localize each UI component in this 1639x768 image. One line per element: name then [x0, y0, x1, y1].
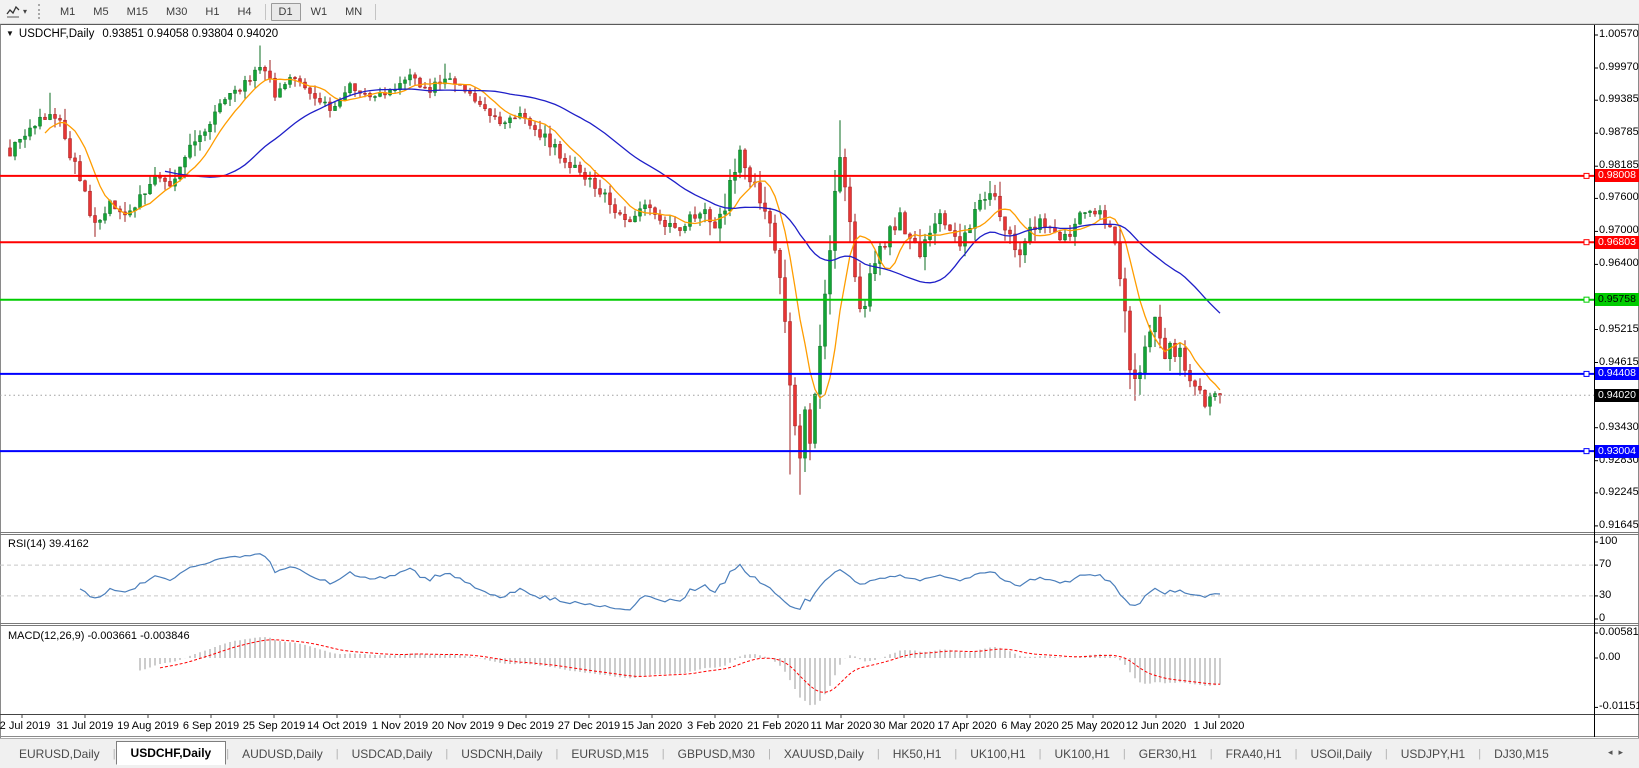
chart-tab-dj30-m15[interactable]: DJ30,M15 — [1481, 743, 1562, 765]
chart-tab-usdchf-daily[interactable]: USDCHF,Daily — [115, 740, 227, 765]
price-axis-label: 0.92245 — [1599, 485, 1639, 498]
tab-scroll-right-arrow[interactable]: ▸ — [1618, 747, 1629, 757]
chart-symbol-label: USDCHF,Daily — [18, 28, 95, 40]
price-axis-label: 0.97600 — [1599, 191, 1639, 204]
price-axis-label: 0.99385 — [1599, 93, 1639, 106]
chart-window — [0, 24, 1639, 738]
tab-scroll-left-arrow[interactable]: ◂ — [1608, 747, 1619, 757]
dropdown-arrow-icon: ▾ — [23, 7, 28, 16]
toolbar-separator — [264, 3, 266, 20]
chart-tab-usoil-daily[interactable]: USOil,Daily — [1298, 743, 1385, 765]
timeframe-button-m30[interactable]: M30 — [158, 3, 195, 21]
price-axis-label: 0.98785 — [1599, 126, 1639, 139]
chart-tab-usdcnh-daily[interactable]: USDCNH,Daily — [448, 743, 555, 765]
macd-axis-label: -0.011514 — [1599, 700, 1639, 713]
chart-tab-usdjpy-h1[interactable]: USDJPY,H1 — [1388, 743, 1478, 765]
price-level-badge[interactable]: 0.96803 — [1595, 235, 1639, 249]
tab-scroll-arrows: ◂▸ — [1608, 747, 1629, 758]
rsi-axis-label: 0 — [1599, 612, 1606, 624]
current-price-badge: 0.94020 — [1595, 388, 1639, 402]
chart-tab-bar: EURUSD,Daily | USDCHF,Daily | AUDUSD,Daily | U… — [0, 738, 1639, 768]
price-axis-label: 1.00570 — [1599, 28, 1639, 40]
price-axis-label: 0.91645 — [1599, 518, 1639, 531]
chart-tool-button[interactable]: ▾ — [3, 4, 30, 20]
chart-tab-ger30-h1[interactable]: GER30,H1 — [1126, 743, 1210, 765]
price-axis-label: 0.96400 — [1599, 257, 1639, 270]
timeframe-buttons: M1 M5 M15 M30 H1 H4 D1 W1 MN — [51, 2, 380, 21]
chart-tab-eurusd-m15[interactable]: EURUSD,M15 — [558, 743, 661, 765]
timeframe-button-m5[interactable]: M5 — [85, 3, 116, 21]
rsi-axis-label: 30 — [1599, 588, 1612, 601]
chart-tab-hk50-h1[interactable]: HK50,H1 — [880, 743, 955, 765]
price-axis-label: 0.99970 — [1599, 61, 1639, 73]
collapse-arrow-icon[interactable]: ▼ — [6, 29, 14, 38]
chart-tab-eurusd-daily[interactable]: EURUSD,Daily — [6, 743, 113, 765]
macd-indicator-label: MACD(12,26,9) -0.003661 -0.003846 — [8, 630, 190, 642]
timeframe-button-h4[interactable]: H4 — [229, 3, 259, 21]
rsi-indicator-label: RSI(14) 39.4162 — [8, 538, 89, 550]
chart-ohlc-values: 0.93851 0.94058 0.93804 0.94020 — [102, 28, 279, 40]
chart-tab-uk100-h1[interactable]: UK100,H1 — [1042, 743, 1123, 765]
chart-tab-audusd-daily[interactable]: AUDUSD,Daily — [229, 743, 336, 765]
timeframe-button-m15[interactable]: M15 — [119, 3, 156, 21]
timeframe-button-h1[interactable]: H1 — [197, 3, 227, 21]
rsi-axis-label: 70 — [1599, 558, 1612, 571]
date-axis-label: 1 Jul 2020 — [1193, 720, 1245, 732]
top-toolbar: ▾ M1 M5 M15 M30 H1 H4 D1 W1 MN — [0, 0, 1639, 24]
price-level-badge[interactable]: 0.98008 — [1595, 169, 1639, 183]
macd-axis-label: 0.005818 — [1599, 626, 1639, 639]
price-level-badge[interactable]: 0.93004 — [1595, 444, 1639, 458]
rsi-axis-label: 100 — [1599, 535, 1618, 547]
chart-tab-gbpusd-m30[interactable]: GBPUSD,M30 — [665, 743, 768, 765]
timeframe-button-d1[interactable]: D1 — [270, 2, 301, 21]
price-axis-label: 0.95215 — [1599, 322, 1639, 335]
toolbar-grip[interactable] — [38, 4, 45, 19]
chart-tab-usdcad-daily[interactable]: USDCAD,Daily — [339, 743, 446, 765]
chart-tab-uk100-h1[interactable]: UK100,H1 — [957, 743, 1038, 765]
timeframe-button-mn[interactable]: MN — [337, 3, 370, 21]
price-axis-label: 0.93430 — [1599, 420, 1639, 433]
price-axis-label: 0.94615 — [1599, 355, 1639, 368]
chart-title: ▼ USDCHF,Daily 0.93851 0.94058 0.93804 0.9… — [6, 28, 278, 40]
timeframe-button-m1[interactable]: M1 — [52, 3, 83, 21]
chart-tab-xauusd-daily[interactable]: XAUUSD,Daily — [771, 743, 877, 765]
toolbar-separator — [375, 3, 377, 20]
price-level-badge[interactable]: 0.95758 — [1595, 293, 1639, 307]
macd-axis-label: 0.00 — [1599, 651, 1621, 663]
price-axis-label: 0.97000 — [1599, 224, 1639, 237]
chart-tab-fra40-h1[interactable]: FRA40,H1 — [1213, 743, 1295, 765]
price-level-badge[interactable]: 0.94408 — [1595, 367, 1639, 381]
crosshair-chart-icon — [6, 5, 20, 17]
timeframe-button-w1[interactable]: W1 — [303, 3, 336, 21]
